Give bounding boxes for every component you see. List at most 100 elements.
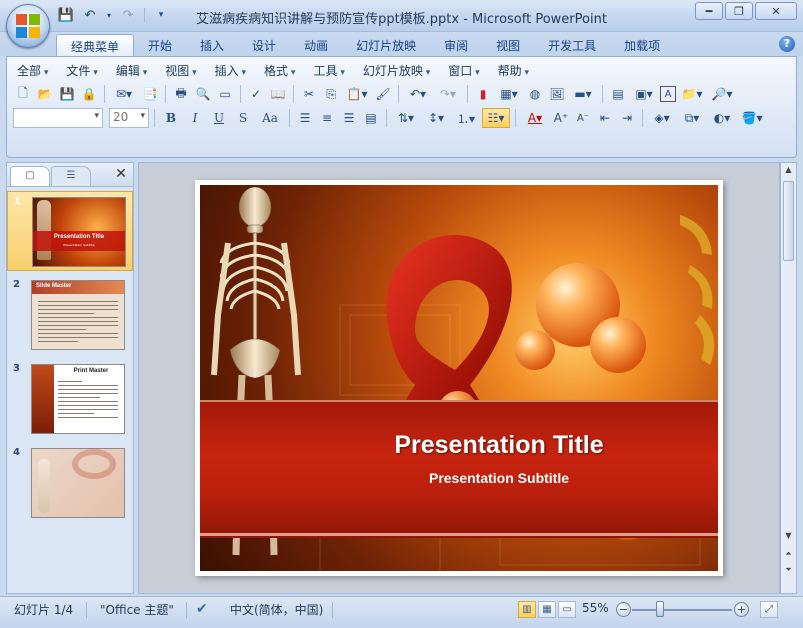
close-icon[interactable]: ✕ <box>113 166 129 182</box>
text-box-icon[interactable]: A <box>660 86 676 102</box>
align-center-icon[interactable]: ≡ <box>317 108 337 128</box>
zoom-out-icon[interactable]: − <box>616 602 631 617</box>
bold-button[interactable]: B <box>160 108 182 128</box>
cut-icon[interactable]: ✂ <box>299 84 319 104</box>
increase-font-icon[interactable]: A⁺ <box>551 108 571 128</box>
menu-help[interactable]: 帮助 <box>498 62 529 79</box>
tab-review[interactable]: 审阅 <box>430 34 482 56</box>
tab-addins[interactable]: 加载项 <box>610 34 674 56</box>
spell-check-icon[interactable]: ✔ <box>196 601 208 617</box>
menu-view[interactable]: 视图 <box>165 62 196 79</box>
menu-edit[interactable]: 编辑 <box>116 62 147 79</box>
language[interactable]: 中文(简体，中国) <box>230 601 323 618</box>
text-direction-icon[interactable]: ⇅▾ <box>392 108 420 128</box>
publish-icon[interactable]: 📑 <box>140 84 160 104</box>
maximize-button[interactable]: ❐ <box>725 2 753 20</box>
menu-tools[interactable]: 工具 <box>313 62 344 79</box>
slides-tab-icon[interactable]: ▢ <box>10 166 50 186</box>
arrange-icon[interactable]: ⧉▾ <box>678 108 706 128</box>
new-file-icon[interactable]: 🗋 <box>13 84 33 104</box>
menu-slideshow[interactable]: 幻灯片放映 <box>363 62 430 79</box>
find-icon[interactable]: 🔎▾ <box>708 84 736 104</box>
clip-art-icon[interactable]: ◍ <box>525 84 545 104</box>
save-icon[interactable]: 💾 <box>57 84 77 104</box>
scrollbar-thumb[interactable] <box>783 181 794 261</box>
menu-format[interactable]: 格式 <box>264 62 295 79</box>
new-slide-icon[interactable]: ▤ <box>608 84 628 104</box>
spelling-icon[interactable]: ✓ <box>246 84 266 104</box>
office-button[interactable] <box>6 4 50 48</box>
insert-table-icon[interactable]: ▦▾ <box>495 84 523 104</box>
scroll-up-icon[interactable]: ▲ <box>781 163 796 177</box>
email-icon[interactable]: ✉▾ <box>110 84 138 104</box>
change-case-button[interactable]: Aa <box>256 108 284 128</box>
permission-icon[interactable]: 🔒 <box>79 84 99 104</box>
zoom-level[interactable]: 55% <box>582 601 609 615</box>
slideshow-view-icon[interactable]: ▭ <box>558 601 576 618</box>
slide-thumbnail-1[interactable]: 1 Presentation Title Presentation Subtit… <box>7 191 133 271</box>
quick-styles-icon[interactable]: ◐▾ <box>708 108 736 128</box>
tab-slideshow[interactable]: 幻灯片放映 <box>342 34 430 56</box>
increase-indent-icon[interactable]: ⇥ <box>617 108 637 128</box>
shadow-button[interactable]: S <box>232 108 254 128</box>
decrease-indent-icon[interactable]: ⇤ <box>595 108 615 128</box>
shape-fill-icon[interactable]: 🪣▾ <box>738 108 766 128</box>
redo-icon[interactable]: ↷▾ <box>434 84 462 104</box>
normal-view-icon[interactable]: ▥ <box>518 601 536 618</box>
fit-to-window-icon[interactable]: ⤢ <box>760 601 778 618</box>
slide-thumbnail-4[interactable]: 4 <box>7 443 133 523</box>
minimize-button[interactable]: ━ <box>695 2 723 20</box>
previous-slide-icon[interactable]: ⏶ <box>781 547 796 561</box>
slide-subtitle[interactable]: Presentation Subtitle <box>200 470 718 486</box>
zoom-slider-thumb[interactable] <box>656 601 664 617</box>
undo-icon[interactable]: ↶▾ <box>404 84 432 104</box>
tab-classic-menu[interactable]: 经典菜单 <box>56 34 135 56</box>
menu-insert[interactable]: 插入 <box>215 62 246 79</box>
numbering-icon[interactable]: ⒈▾ <box>452 108 480 128</box>
slide-thumbnail-3[interactable]: 3 Print Master <box>7 359 133 439</box>
print-preview-icon[interactable]: 🔍 <box>193 84 213 104</box>
paste-icon[interactable]: 📋▾ <box>343 84 371 104</box>
align-left-icon[interactable]: ☰ <box>295 108 315 128</box>
slide-sorter-view-icon[interactable]: ▦ <box>538 601 556 618</box>
theme-name[interactable]: "Office 主题" <box>100 601 174 618</box>
vertical-scrollbar[interactable]: ▲ ▼ ⏶ ⏷ <box>780 162 797 594</box>
tab-developer[interactable]: 开发工具 <box>534 34 610 56</box>
open-icon[interactable]: 📁▾ <box>678 84 706 104</box>
font-color-icon[interactable]: A▾ <box>521 108 549 128</box>
copy-icon[interactable]: ⎘ <box>321 84 341 104</box>
italic-button[interactable]: I <box>184 108 206 128</box>
print-icon[interactable]: 🖶 <box>171 84 191 104</box>
slide-canvas[interactable]: Presentation Title Presentation Subtitle <box>195 180 723 576</box>
slide-thumbnail-2[interactable]: 2 Slide Master <box>7 275 133 355</box>
menu-all[interactable]: 全部 <box>17 62 48 79</box>
tab-animation[interactable]: 动画 <box>290 34 342 56</box>
next-slide-icon[interactable]: ⏷ <box>781 563 796 577</box>
justify-icon[interactable]: ▤ <box>361 108 381 128</box>
tab-insert[interactable]: 插入 <box>186 34 238 56</box>
insert-picture-icon[interactable]: 🖼 <box>547 84 567 104</box>
color-grayscale-icon[interactable]: ▬▾ <box>569 84 597 104</box>
menu-window[interactable]: 窗口 <box>448 62 479 79</box>
zoom-slider-track[interactable] <box>632 609 732 611</box>
research-icon[interactable]: 📖 <box>268 84 288 104</box>
bullets-icon[interactable]: ☷▾ <box>482 108 510 128</box>
align-right-icon[interactable]: ☰ <box>339 108 359 128</box>
open-folder-icon[interactable]: 📂 <box>35 84 55 104</box>
scroll-down-icon[interactable]: ▼ <box>781 529 796 543</box>
help-icon[interactable]: ? <box>779 36 795 52</box>
format-painter-icon[interactable]: 🖌 <box>373 84 393 104</box>
decrease-font-icon[interactable]: A⁻ <box>573 108 593 128</box>
font-name-combo[interactable] <box>13 108 103 128</box>
line-spacing-icon[interactable]: ↕▾ <box>422 108 450 128</box>
insert-chart-icon[interactable]: ▮ <box>473 84 493 104</box>
menu-file[interactable]: 文件 <box>66 62 97 79</box>
close-button[interactable]: ✕ <box>755 2 797 20</box>
zoom-in-icon[interactable]: + <box>734 602 749 617</box>
tab-design[interactable]: 设计 <box>238 34 290 56</box>
underline-button[interactable]: U <box>208 108 230 128</box>
slide-layout-icon[interactable]: ▣▾ <box>630 84 658 104</box>
slide-title[interactable]: Presentation Title <box>200 431 718 460</box>
shapes-icon[interactable]: ◈▾ <box>648 108 676 128</box>
font-size-combo[interactable]: 20 <box>109 108 149 128</box>
